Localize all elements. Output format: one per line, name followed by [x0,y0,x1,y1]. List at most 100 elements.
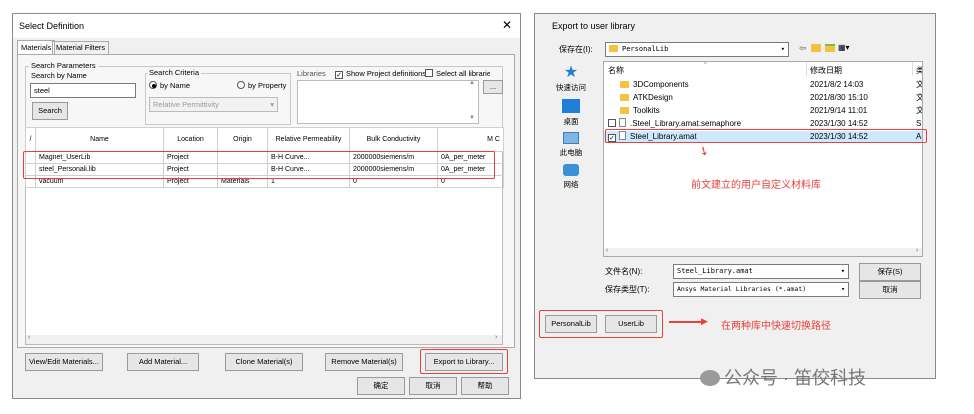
select-definition-dialog: Select Definition ✕ Materials Material F… [12,13,521,399]
file-date: 2021/8/30 15:10 [810,93,868,102]
by-name-radio[interactable]: by Name [149,81,190,90]
column-header-date[interactable]: 修改日期 [810,65,842,76]
ok-button[interactable]: 确定 [357,377,405,395]
star-icon: ★ [563,64,579,81]
file-date: 2021/9/14 11:01 [810,106,868,115]
nav-quick-access[interactable]: ★ 快速访问 [551,64,591,93]
export-dialog-title: Export to user library [535,14,935,38]
tab-materials[interactable]: Materials [17,40,56,54]
add-material-button[interactable]: Add Material... [127,353,199,371]
highlight-export-button [420,349,508,374]
libraries-label: Libraries [297,69,326,78]
file-date: 2021/8/2 14:03 [810,80,864,89]
highlight-steel-library [605,129,927,143]
file-icon [619,118,626,127]
criteria-select[interactable]: Relative Permittivity ▾ [149,97,278,112]
file-list[interactable]: 名称 ^ 修改日期 类 3DComponents 2021/8/2 14:03 … [603,61,923,257]
search-button[interactable]: Search [32,102,68,120]
nav-network[interactable]: 网络 [551,164,591,190]
filetype-label: 保存类型(T): [605,285,650,294]
nav-label: 此电脑 [559,148,583,157]
file-name: Toolkits [633,106,660,115]
export-dialog: Export to user library 保存在(I): PersonalL… [534,13,936,379]
cancel-button[interactable]: 取消 [409,377,457,395]
dialog-title: Select Definition [13,14,520,38]
list-item[interactable]: 3DComponents 2021/8/2 14:03 文 [604,79,922,91]
column-header[interactable]: Name [35,127,164,152]
column-header-name[interactable]: 名称 [608,65,624,76]
nav-desktop[interactable]: 桌面 [551,99,591,127]
folder-icon [620,107,629,114]
file-type: 文 [916,92,922,104]
table-header-row: / Name Location Origin Relative Permeabi… [25,127,504,152]
list-item[interactable]: Toolkits 2021/9/14 11:01 文 [604,105,922,117]
sort-up-icon: ^ [704,62,707,68]
tab-material-filters[interactable]: Material Filters [52,41,110,54]
library-browse-button[interactable]: ... [483,80,503,94]
column-header[interactable]: Relative Permeability [267,127,350,152]
column-header[interactable]: / [25,127,36,152]
search-criteria-label: Search Criteria [147,68,202,78]
column-header[interactable]: M C [437,127,504,152]
column-header[interactable]: Origin [217,127,268,152]
view-menu-icon[interactable]: ▦▾ [838,43,850,52]
cancel-button[interactable]: 取消 [859,281,921,299]
show-project-checkbox[interactable]: ✓ Show Project definitions [335,69,426,79]
help-button[interactable]: 帮助 [461,377,509,395]
computer-icon [563,132,579,144]
column-header[interactable]: Location [163,127,218,152]
nav-this-pc[interactable]: 此电脑 [551,132,591,158]
folder-icon [620,81,629,88]
list-item[interactable]: ATKDesign 2021/8/30 15:10 文 [604,92,922,104]
up-folder-icon[interactable] [811,44,821,52]
file-name: .Steel_Library.amat.semaphore [630,119,742,128]
highlight-user-materials [23,151,495,179]
item-checkbox[interactable] [608,119,616,127]
remove-materials-button[interactable]: Remove Material(s) [325,353,403,371]
save-in-label: 保存在(I): [559,45,593,54]
file-type: 文 [916,105,922,117]
header-divider [806,62,807,76]
file-type: 文 [916,79,922,91]
clone-materials-button[interactable]: Clone Material(s) [225,353,303,371]
back-icon[interactable]: ⇦ [799,43,807,54]
horizontal-scrollbar[interactable] [604,248,922,256]
column-header[interactable]: Bulk Conductivity [349,127,438,152]
file-name: 3DComponents [633,80,689,89]
filetype-select[interactable]: Ansys Material Libraries (*.amat) ▾ [673,282,849,297]
scroll-up-icon[interactable]: ▲ [469,80,475,86]
view-edit-materials-button[interactable]: View/Edit Materials... [25,353,103,371]
horizontal-scrollbar[interactable] [26,335,502,344]
save-button[interactable]: 保存(S) [859,263,921,281]
close-icon[interactable]: ✕ [502,18,512,32]
new-folder-icon[interactable] [825,44,835,52]
highlight-lib-buttons [539,310,663,338]
select-all-checkbox[interactable]: Select all libraries [425,69,490,78]
filename-label: 文件名(N): [605,267,643,276]
annotation-arrow-2 [669,321,705,323]
filename-input[interactable]: Steel_Library.amat ▾ [673,264,849,279]
scroll-right-icon[interactable]: › [916,247,918,254]
search-parameters-label: Search Parameters [29,61,98,71]
column-header-type[interactable]: 类 [916,65,922,76]
scroll-right-icon[interactable]: › [495,334,497,341]
desktop-icon [562,99,580,113]
wechat-icon [700,370,720,386]
nav-label: 桌面 [563,117,579,126]
watermark: 公众号 · 笛佼科技 [700,364,866,390]
search-input[interactable]: steel [30,83,136,98]
folder-icon [620,94,629,101]
scroll-down-icon[interactable]: ▼ [469,115,475,121]
save-in-select[interactable]: PersonalLib ▾ [605,42,789,57]
nav-label: 快速访问 [556,83,586,92]
search-by-name-label: Search by Name [31,71,87,80]
scroll-left-icon[interactable]: ‹ [606,247,608,254]
header-divider [912,62,913,76]
annotation-user-library: 前文建立的用户自定义材料库 [691,180,821,191]
by-property-radio[interactable]: by Property [237,81,286,90]
arrow-head-icon: ▶ [701,316,708,326]
nav-label: 网络 [563,180,579,189]
libraries-list[interactable] [297,80,479,124]
scroll-left-icon[interactable]: ‹ [28,334,30,341]
network-icon [563,164,579,176]
